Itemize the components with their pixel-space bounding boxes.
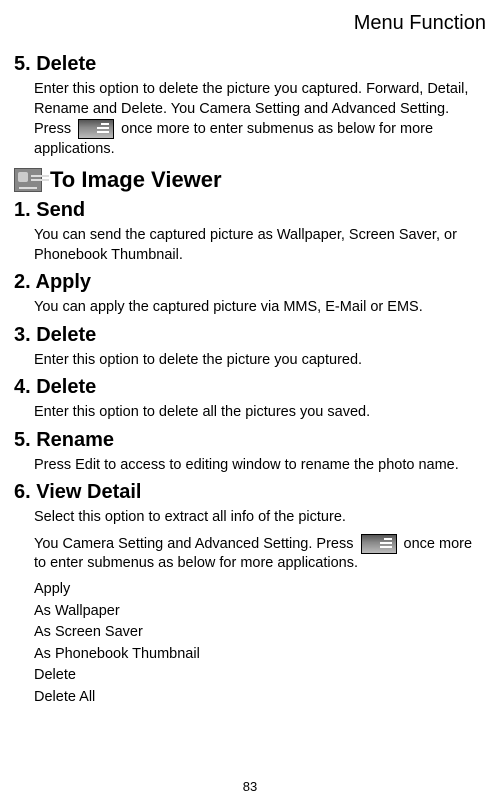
list-item: Delete [34, 666, 486, 686]
page-header: Menu Function [14, 12, 486, 35]
body-4-delete: Enter this option to delete all the pict… [34, 403, 486, 423]
body-2-apply: You can apply the captured picture via M… [34, 298, 486, 318]
heading-6-view-detail: 6. View Detail [14, 481, 486, 504]
list-item: Delete All [34, 688, 486, 708]
heading-1-send: 1. Send [14, 199, 486, 222]
list-item: Apply [34, 580, 486, 600]
body-1-send: You can send the captured picture as Wal… [34, 226, 486, 265]
menu-button-icon [361, 534, 397, 554]
heading-image-viewer-label: To Image Viewer [50, 167, 222, 193]
body-3-delete: Enter this option to delete the picture … [34, 351, 486, 371]
heading-image-viewer: To Image Viewer [14, 167, 486, 193]
list-item: As Wallpaper [34, 602, 486, 622]
heading-5-rename: 5. Rename [14, 429, 486, 452]
body-6b: You Camera Setting and Advanced Setting.… [34, 534, 486, 574]
body-5-rename: Press Edit to access to editing window t… [34, 456, 486, 476]
heading-2-apply: 2. Apply [14, 271, 486, 294]
heading-3-delete: 3. Delete [14, 324, 486, 347]
page-number: 83 [0, 779, 500, 794]
body-5-delete: Enter this option to delete the picture … [34, 80, 486, 159]
menu-button-icon [78, 119, 114, 139]
heading-5-delete: 5. Delete [14, 53, 486, 76]
list-item: As Phonebook Thumbnail [34, 645, 486, 665]
image-viewer-icon [14, 168, 42, 192]
body-6a: Select this option to extract all info o… [34, 508, 486, 528]
text-6b-a: You Camera Setting and Advanced Setting.… [34, 536, 353, 552]
list-item: As Screen Saver [34, 623, 486, 643]
heading-4-delete: 4. Delete [14, 376, 486, 399]
